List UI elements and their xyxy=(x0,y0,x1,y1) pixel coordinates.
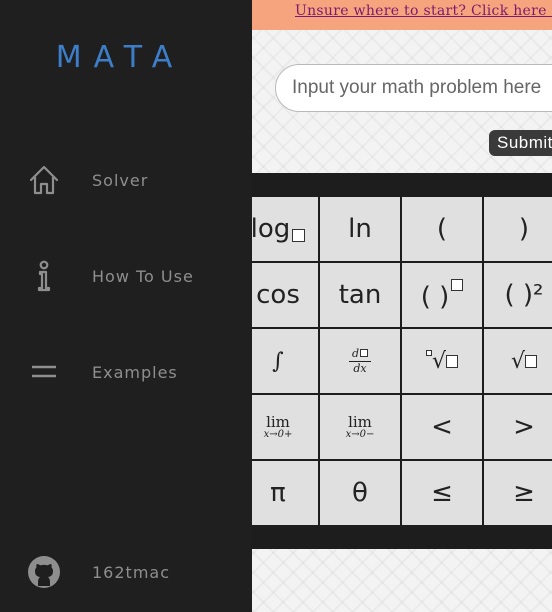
home-icon xyxy=(26,162,62,198)
key-label: ≤ xyxy=(431,478,453,508)
key-greater-than[interactable]: > xyxy=(484,395,552,459)
sidebar: MATA Solver How To Use Examples 162tmac xyxy=(0,0,252,612)
key-pi[interactable]: π xyxy=(252,461,318,525)
key-open-paren[interactable]: ( xyxy=(402,197,482,261)
problem-input-container xyxy=(275,64,552,112)
key-theta[interactable]: θ xyxy=(320,461,400,525)
key-integral[interactable]: ∫ xyxy=(252,329,318,393)
key-ln[interactable]: ln xyxy=(320,197,400,261)
placeholder-box-icon xyxy=(360,348,369,357)
key-log[interactable]: log xyxy=(252,197,318,261)
menu-icon xyxy=(26,354,62,390)
sidebar-item-solver[interactable]: Solver xyxy=(0,150,252,210)
help-link[interactable]: Unsure where to start? Click here to xyxy=(295,3,552,19)
sidebar-item-github[interactable]: 162tmac xyxy=(0,542,252,602)
key-label: √ xyxy=(510,348,526,374)
key-tan[interactable]: tan xyxy=(320,263,400,327)
key-label: ( ) xyxy=(420,281,450,312)
key-label: cos xyxy=(256,280,300,310)
key-label: √ xyxy=(431,348,447,374)
sidebar-item-label: How To Use xyxy=(92,266,194,286)
key-label: d xyxy=(351,346,360,360)
key-label: ( )² xyxy=(504,280,544,310)
key-label: < xyxy=(431,412,453,442)
key-sqrt[interactable]: √ xyxy=(484,329,552,393)
key-label: log xyxy=(252,214,291,244)
github-icon xyxy=(26,554,62,590)
main-panel: Unsure where to start? Click here to Sub… xyxy=(252,0,552,612)
placeholder-box-icon xyxy=(446,354,459,368)
submit-button[interactable]: Submit xyxy=(489,130,552,156)
sidebar-item-examples[interactable]: Examples xyxy=(0,342,252,402)
key-label: dx xyxy=(353,361,367,375)
sidebar-item-label: Solver xyxy=(92,170,149,190)
key-label: ln xyxy=(348,214,372,244)
key-label: ∫ xyxy=(272,348,284,374)
key-label: > xyxy=(513,412,535,442)
key-label: x→0− xyxy=(345,428,375,440)
key-less-than[interactable]: < xyxy=(402,395,482,459)
key-label: π xyxy=(270,478,286,508)
key-square[interactable]: ( )² xyxy=(484,263,552,327)
github-username: 162tmac xyxy=(92,562,170,582)
key-limit-right[interactable]: lim x→0+ xyxy=(252,395,318,459)
placeholder-box-icon xyxy=(525,354,538,368)
placeholder-box-icon xyxy=(292,229,306,242)
key-derivative[interactable]: d dx xyxy=(320,329,400,393)
key-label: ) xyxy=(518,214,530,244)
key-close-paren[interactable]: ) xyxy=(484,197,552,261)
key-greater-equal[interactable]: ≥ xyxy=(484,461,552,525)
key-label: θ xyxy=(352,478,368,508)
key-limit-left[interactable]: lim x→0− xyxy=(320,395,400,459)
help-banner: Unsure where to start? Click here to xyxy=(252,0,552,30)
placeholder-box-icon xyxy=(451,278,464,291)
key-label: lim xyxy=(348,412,372,431)
key-label: ≥ xyxy=(513,478,535,508)
key-label: ( xyxy=(436,214,448,244)
key-cos[interactable]: cos xyxy=(252,263,318,327)
key-label: x→0+ xyxy=(263,428,293,440)
info-icon xyxy=(26,258,62,294)
sidebar-item-how-to-use[interactable]: How To Use xyxy=(0,246,252,306)
key-less-equal[interactable]: ≤ xyxy=(402,461,482,525)
key-label: lim xyxy=(266,412,290,431)
app-logo[interactable]: MATA xyxy=(0,40,240,75)
key-power[interactable]: ( ) xyxy=(402,263,482,327)
sidebar-item-label: Examples xyxy=(92,362,178,382)
problem-input[interactable] xyxy=(292,73,552,103)
math-keypad: log ln ( ) cos tan ( ) ( )² ∫ d dx √ √ l… xyxy=(252,173,552,549)
key-label: tan xyxy=(338,280,382,310)
key-nth-root[interactable]: √ xyxy=(402,329,482,393)
